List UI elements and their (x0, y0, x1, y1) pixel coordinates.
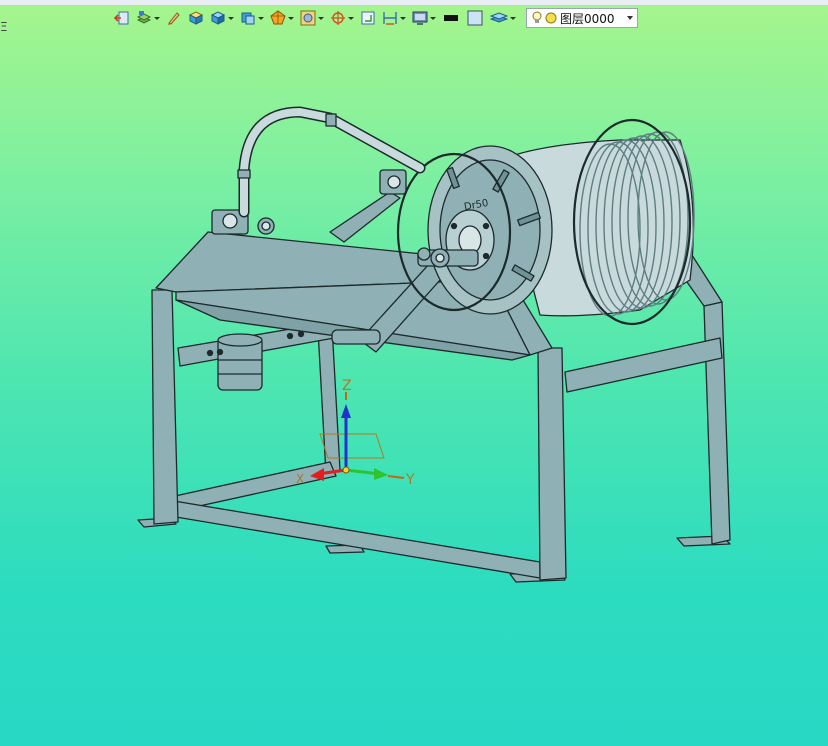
triad-origin (342, 466, 350, 474)
leg-back-left (317, 325, 341, 475)
hose-clamp-1 (237, 169, 251, 179)
leg-front-right (537, 347, 567, 581)
arm-pivot-sleeve (331, 329, 381, 345)
frame-top-rear (329, 191, 401, 243)
x-axis-label: X (296, 472, 305, 486)
beam-back-right (564, 337, 723, 393)
z-axis-label: Z (342, 378, 352, 394)
beam-bottom-front (167, 499, 541, 579)
y-axis-label: Y (406, 472, 415, 488)
y-axis-handle (387, 475, 405, 479)
leg-front-left (151, 289, 179, 525)
z-axis-arrow (341, 404, 351, 418)
hose-clamp-2 (325, 113, 337, 127)
gear-motor-top (217, 333, 263, 347)
hose-reel-model[interactable] (0, 0, 828, 746)
y-axis-arrow (374, 468, 388, 480)
